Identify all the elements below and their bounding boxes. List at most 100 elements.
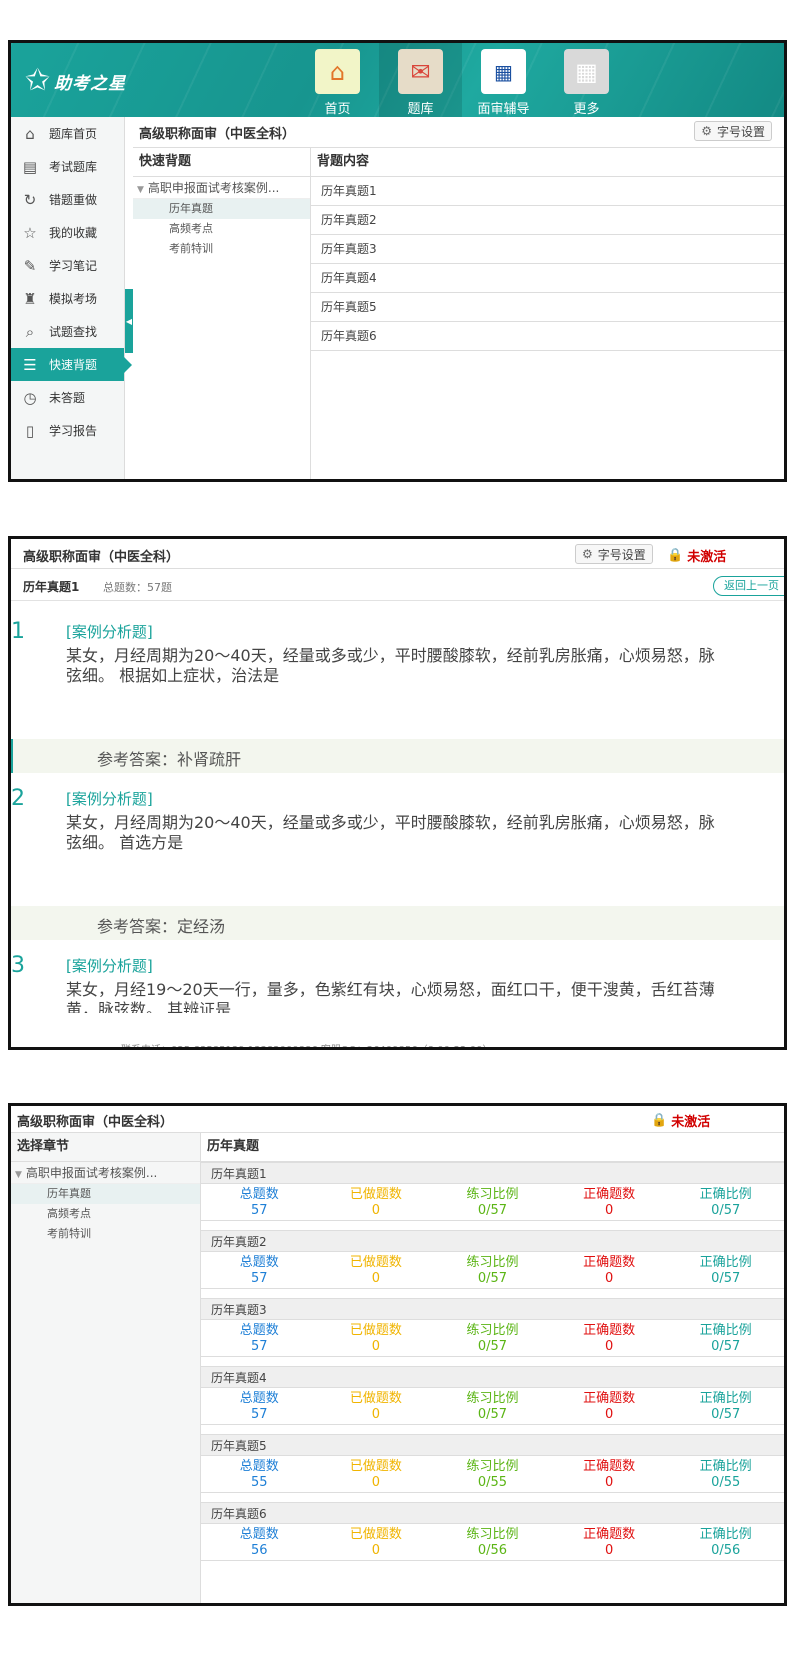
stat-block[interactable]: 历年真题2 总题数 57 已做题数 0 练习比例 0/57 正确题数 0 正确比例 0/57 [201,1230,784,1294]
stat-value: 0 [604,1203,614,1218]
tree-root-label: 高职申报面试考核案例... [25,1166,158,1180]
stat-cell: 总题数 57 [201,1252,318,1288]
sidebar-item-label: 快速背题 [49,358,98,372]
stat-cell: 正确题数 0 [551,1252,668,1288]
list-item[interactable]: 历年真题5 [311,293,784,322]
stat-block[interactable]: 历年真题3 总题数 57 已做题数 0 练习比例 0/57 正确题数 0 正确比例 0/57 [201,1298,784,1362]
activation-status-label: 未激活 [671,1115,711,1130]
stat-value: 0 [604,1271,614,1286]
stat-label: 正确比例 [699,1323,752,1338]
reference-answer: 参考答案：定经汤 [97,917,226,936]
stat-value: 0 [604,1407,614,1422]
logo[interactable]: ✩ 助考之星 [25,61,126,101]
tree-root-node[interactable]: ▼ 高职申报面试考核案例... [11,1162,200,1184]
stat-cell: 已做题数 0 [318,1456,435,1492]
stat-label: 总题数 [239,1255,279,1270]
lock-icon: 🔒 [667,548,684,563]
nav-question-bank[interactable]: ✉ 题库 [379,43,462,117]
stat-value: 0 [371,1203,381,1218]
list-item[interactable]: 历年真题1 [311,177,784,206]
stat-label: 已做题数 [349,1187,402,1202]
question-type: [案例分析题] [66,623,153,641]
stat-value: 0 [371,1271,381,1286]
sidebar-item-search[interactable]: ⌕ 试题查找 [11,315,124,348]
nav-more[interactable]: ▦ 更多 [545,43,628,117]
list-item[interactable]: 历年真题4 [311,264,784,293]
graduation-cap-icon: ♜ [23,289,37,308]
sidebar-collapse-handle[interactable]: ◀ [125,289,133,353]
sidebar-item-unanswered[interactable]: ◷ 未答题 [11,381,124,414]
back-button[interactable]: 返回上一页 [713,576,784,596]
sidebar-item-favorites[interactable]: ☆ 我的收藏 [11,216,124,249]
nav-home[interactable]: ⌂ 首页 [296,43,379,117]
stat-block[interactable]: 历年真题4 总题数 57 已做题数 0 练习比例 0/57 正确题数 0 正确比例 0/57 [201,1366,784,1430]
tree-item[interactable]: 历年真题 [11,1184,200,1204]
stat-label: 正确题数 [583,1391,636,1406]
activation-status[interactable]: 🔒 未激活 [667,546,726,565]
lock-icon: 🔒 [651,1113,668,1128]
stat-block[interactable]: 历年真题5 总题数 55 已做题数 0 练习比例 0/55 正确题数 0 正确比例 0/55 [201,1434,784,1498]
stat-cell: 总题数 57 [201,1320,318,1356]
stat-cell: 总题数 55 [201,1456,318,1492]
activation-status[interactable]: 🔒 未激活 [651,1111,710,1130]
clock-icon: ◷ [23,388,37,407]
tree-root-node[interactable]: ▼ 高职申报面试考核案例... [133,177,310,199]
list-item[interactable]: 历年真题3 [311,235,784,264]
list-item[interactable]: 历年真题2 [311,206,784,235]
sidebar-item-redo-mistakes[interactable]: ↻ 错题重做 [11,183,124,216]
stat-label: 总题数 [239,1391,279,1406]
font-size-setting-button[interactable]: ⚙ 字号设置 [694,121,772,141]
tree-item[interactable]: 历年真题 [133,199,310,219]
font-size-setting-button[interactable]: ⚙ 字号设置 [575,544,653,564]
stat-value: 0/55 [477,1475,508,1490]
content-columns: 快速背题 ▼ 高职申报面试考核案例... 历年真题 高频考点 考前特训 背题内容 … [133,147,784,479]
nav-interview-coaching[interactable]: ▦ 面审辅导 [462,43,545,117]
column-header: 背题内容 [311,148,784,177]
stat-label: 总题数 [239,1187,279,1202]
nav-label: 题库 [407,102,434,117]
book-icon: ▯ [25,421,35,440]
stat-cell: 已做题数 0 [318,1524,435,1560]
list-item[interactable]: 历年真题6 [311,322,784,351]
stat-label: 正确题数 [583,1459,636,1474]
gear-icon: ⚙ [701,124,712,138]
sidebar-item-quick-memorize[interactable]: ☰ 快速背题 [11,348,132,381]
header: 高级职称面审（中医全科） ⚙ 字号设置 🔒 未激活 [11,539,784,569]
sidebar-item-exam-bank[interactable]: ▤ 考试题库 [11,150,124,183]
tree-item[interactable]: 考前特训 [11,1224,200,1244]
gear-icon: ⚙ [582,547,593,561]
stat-block[interactable]: 历年真题6 总题数 56 已做题数 0 练习比例 0/56 正确题数 0 正确比例 0/56 [201,1502,784,1566]
main-nav: ⌂ 首页 ✉ 题库 ▦ 面审辅导 ▦ 更多 [296,43,628,117]
reference-answer: 参考答案：补肾疏肝 [97,750,242,769]
sidebar-item-notes[interactable]: ✎ 学习笔记 [11,249,124,282]
set-name: 历年真题1 [23,580,80,594]
nav-label: 更多 [573,102,600,117]
sidebar-item-home[interactable]: ⌂ 题库首页 [11,117,124,150]
content-list: 背题内容 历年真题1 历年真题2 历年真题3 历年真题4 历年真题5 历年真题6 [311,148,784,479]
tree-item[interactable]: 考前特训 [133,239,310,259]
sidebar-item-report[interactable]: ▯ 学习报告 [11,414,124,447]
stat-cell: 正确比例 0/56 [667,1524,784,1560]
search-icon: ⌕ [25,322,35,341]
stat-value: 57 [251,1271,268,1286]
stat-block[interactable]: 历年真题1 总题数 57 已做题数 0 练习比例 0/57 正确题数 0 正确比例 0/57 [201,1162,784,1226]
sub-header: 历年真题1 总题数：57题 返回上一页 [11,569,784,601]
home-icon: ⌂ [315,49,360,94]
sidebar-item-label: 错题重做 [49,193,98,207]
redo-icon: ↻ [23,190,37,209]
stat-value: 0/57 [711,1407,741,1422]
page-title: 高级职称面审（中医全科） [139,127,296,142]
tree-item[interactable]: 高频考点 [11,1204,200,1224]
stat-cell: 总题数 56 [201,1524,318,1560]
stat-value: 0 [604,1339,614,1354]
nav-label: 面审辅导 [477,102,530,117]
tree-item[interactable]: 高频考点 [133,219,310,239]
stat-value: 0/55 [711,1475,741,1490]
stat-block-title: 历年真题5 [201,1434,784,1456]
stat-cell: 正确比例 0/57 [667,1320,784,1356]
sidebar-item-label: 试题查找 [49,325,98,339]
main-content: 高级职称面审（中医全科） ⚙ 字号设置 快速背题 ▼ 高职申报面试考核案例... … [133,117,784,479]
question-number: 1 [11,619,25,644]
stat-label: 正确题数 [583,1323,636,1338]
sidebar-item-mock-exam[interactable]: ♜ 模拟考场 [11,282,124,315]
